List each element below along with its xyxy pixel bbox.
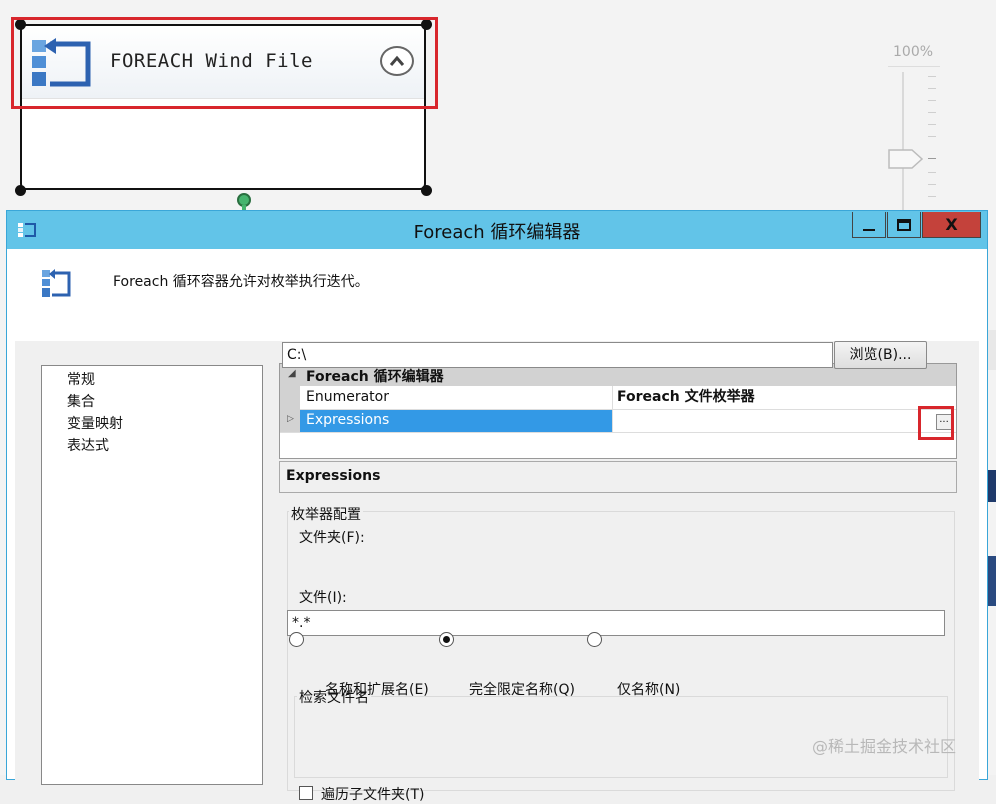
nav-item-expressions[interactable]: 表达式: [67, 435, 109, 455]
row-divider: [280, 432, 956, 433]
zoom-tick: [928, 136, 936, 137]
zoom-tick: [928, 158, 936, 159]
background-panel: [988, 470, 996, 502]
close-button[interactable]: X: [922, 212, 981, 238]
dialog-header: Foreach 循环容器允许对枚举执行迭代。: [15, 249, 979, 341]
resize-handle[interactable]: [15, 185, 26, 196]
nav-list: 常规 集合 变量映射 表达式: [41, 365, 263, 785]
zoom-tick: [928, 124, 936, 125]
property-name-expressions[interactable]: Expressions: [300, 410, 612, 432]
property-description-title: Expressions: [286, 468, 381, 484]
minimize-button[interactable]: [852, 212, 886, 238]
property-grid: ◢ Foreach 循环编辑器 Enumerator Foreach 文件枚举器…: [279, 363, 957, 459]
nav-item-collection[interactable]: 集合: [67, 391, 95, 411]
zoom-tick: [928, 112, 936, 113]
property-category-label: Foreach 循环编辑器: [306, 369, 444, 385]
traverse-subfolders-checkbox[interactable]: [299, 786, 313, 800]
radio-label-name-only[interactable]: 仅名称(N): [617, 679, 680, 699]
zoom-tick: [928, 196, 936, 197]
traverse-subfolders-label[interactable]: 遍历子文件夹(T): [321, 784, 424, 804]
nav-item-general[interactable]: 常规: [67, 369, 95, 389]
zoom-tick: [928, 184, 936, 185]
property-value-enumerator[interactable]: Foreach 文件枚举器: [613, 387, 956, 409]
property-gutter: [280, 386, 300, 432]
zoom-tick: [928, 100, 936, 101]
maximize-icon: [897, 218, 911, 231]
dialog-body: Foreach 循环容器允许对枚举执行迭代。 常规 集合 变量映射 表达式 ◢ …: [15, 249, 979, 803]
radio-label-fully-qualified[interactable]: 完全限定名称(Q): [469, 679, 575, 699]
zoom-slider-thumb[interactable]: [888, 148, 924, 174]
background-panel: [987, 330, 996, 370]
radio-label-name-and-extension[interactable]: 名称和扩展名(E): [325, 679, 429, 699]
highlight-box: [11, 17, 438, 109]
resize-handle[interactable]: [421, 185, 432, 196]
zoom-divider: [888, 66, 940, 67]
radio-name-and-extension[interactable]: [289, 632, 304, 647]
dialog-description: Foreach 循环容器允许对枚举执行迭代。: [113, 274, 369, 290]
zoom-tick: [928, 88, 936, 89]
folder-input[interactable]: [282, 342, 833, 368]
foreach-loop-icon: [41, 268, 73, 304]
expand-triangle-icon[interactable]: ▷: [287, 414, 294, 424]
files-input[interactable]: [287, 610, 945, 636]
radio-fully-qualified[interactable]: [439, 632, 454, 647]
radio-name-only[interactable]: [587, 632, 602, 647]
property-name-enumerator[interactable]: Enumerator: [300, 387, 612, 409]
nav-item-variable-mappings[interactable]: 变量映射: [67, 413, 123, 433]
browse-button[interactable]: 浏览(B)...: [834, 341, 927, 369]
highlight-box: [918, 406, 954, 440]
minimize-icon: [863, 228, 875, 231]
watermark: @稀土掘金技术社区: [812, 737, 957, 756]
zoom-slider-track[interactable]: [902, 72, 904, 212]
foreach-loop-editor-dialog: Foreach 循环编辑器 X Foreach 循环容器允许对枚举执行迭代。 常…: [6, 210, 988, 803]
files-label: 文件(I):: [299, 590, 347, 606]
folder-label: 文件夹(F):: [299, 530, 365, 546]
zoom-tick: [928, 172, 936, 173]
background-panel: [988, 556, 996, 606]
collapse-triangle-icon[interactable]: ◢: [288, 368, 296, 379]
enumerator-config-label: 枚举器配置: [289, 504, 363, 524]
zoom-level: 100%: [893, 44, 934, 60]
maximize-button[interactable]: [887, 212, 921, 238]
title-bar[interactable]: Foreach 循环编辑器 X: [7, 211, 987, 249]
property-description-panel: Expressions: [279, 461, 957, 493]
dialog-title: Foreach 循环编辑器: [413, 222, 581, 243]
zoom-tick: [928, 76, 936, 77]
property-value-expressions[interactable]: [613, 410, 956, 432]
